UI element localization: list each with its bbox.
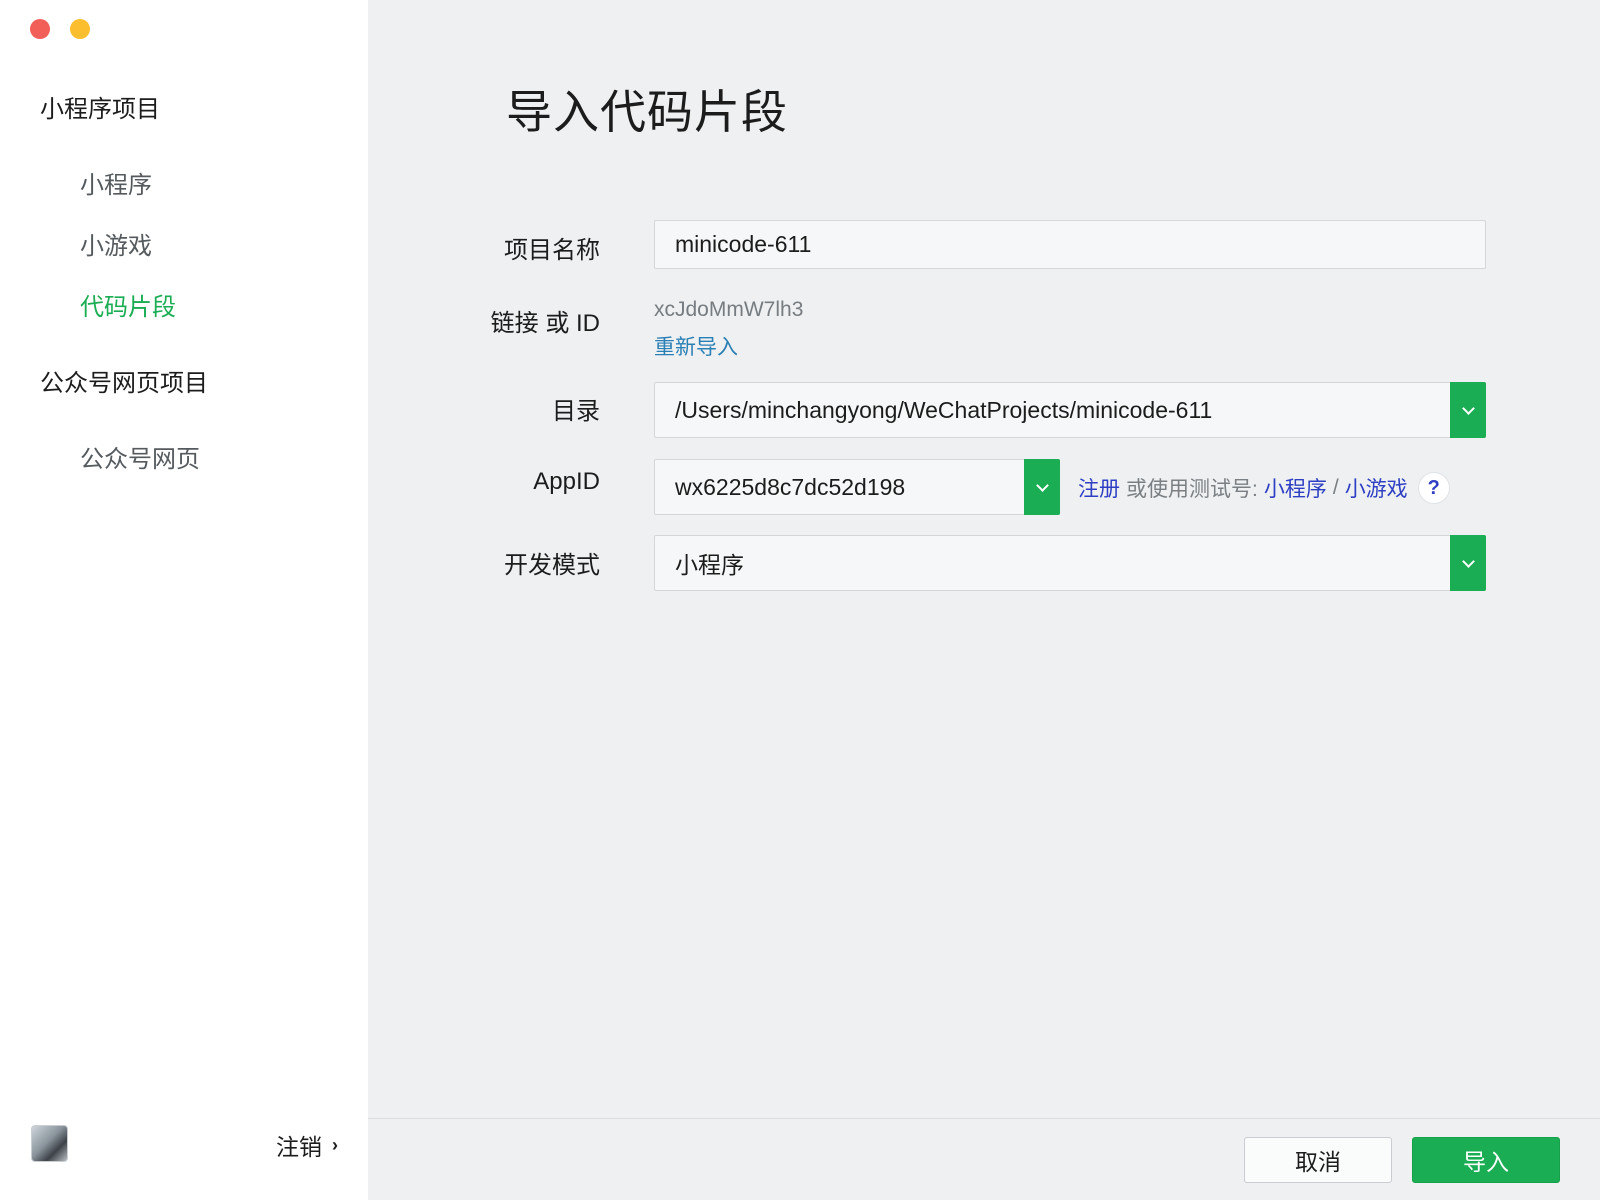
group-title-official-account-projects: 公众号网页项目 (40, 370, 208, 397)
link-id-value: xcJdoMmW7lh3 (654, 298, 804, 321)
link-separator: / (1332, 476, 1339, 499)
directory-dropdown-button[interactable] (1450, 382, 1486, 438)
chevron-right-icon: › (332, 1134, 338, 1155)
project-name-input[interactable]: minicode-611 (654, 220, 1486, 269)
avatar[interactable] (31, 1125, 68, 1162)
register-link[interactable]: 注册 (1078, 473, 1120, 503)
chevron-down-icon (1035, 478, 1049, 492)
sidebar-item-code-snippet[interactable]: 代码片段 (80, 287, 176, 322)
dev-mode-select[interactable]: 小程序 (654, 535, 1486, 591)
group-title-miniprogram-projects: 小程序项目 (40, 96, 160, 123)
reimport-link[interactable]: 重新导入 (654, 331, 738, 361)
app-window: 小程序项目 小程序 小游戏 代码片段 公众号网页项目 公众号网页 注销 › 导入… (0, 0, 1600, 1200)
import-button[interactable]: 导入 (1412, 1137, 1560, 1183)
main-panel: 导入代码片段 项目名称 minicode-611 链接 或 ID xcJdoMm… (368, 0, 1600, 1200)
project-name-value: minicode-611 (675, 231, 812, 257)
logout-button[interactable]: 注销 › (276, 1128, 338, 1162)
dev-mode-label: 开发模式 (504, 552, 600, 579)
directory-select[interactable]: /Users/minchangyong/WeChatProjects/minic… (654, 382, 1486, 438)
help-icon[interactable]: ? (1417, 472, 1450, 504)
sidebar-item-official-account-web[interactable]: 公众号网页 (80, 439, 200, 474)
link-id-label: 链接 或 ID (490, 310, 600, 337)
close-window-button[interactable] (30, 19, 50, 39)
sidebar: 小程序项目 小程序 小游戏 代码片段 公众号网页项目 公众号网页 注销 › (0, 0, 368, 1200)
test-account-text: 或使用测试号: (1126, 478, 1258, 501)
project-name-label: 项目名称 (504, 237, 600, 264)
window-controls (30, 19, 90, 39)
test-miniprogram-link[interactable]: 小程序 (1264, 473, 1327, 503)
chevron-down-icon (1461, 554, 1475, 568)
sidebar-footer: 注销 › (0, 1108, 368, 1200)
page-title: 导入代码片段 (506, 86, 788, 138)
minimize-window-button[interactable] (70, 19, 90, 39)
logout-label: 注销 (276, 1134, 322, 1160)
appid-label: AppID (533, 468, 600, 495)
dialog-footer: 取消 导入 (368, 1118, 1600, 1200)
sidebar-item-miniprogram[interactable]: 小程序 (80, 165, 152, 200)
dev-mode-dropdown-button[interactable] (1450, 535, 1486, 591)
dev-mode-value: 小程序 (675, 552, 744, 578)
test-minigame-link[interactable]: 小游戏 (1345, 473, 1408, 503)
directory-label: 目录 (552, 398, 600, 425)
appid-select[interactable]: wx6225d8c7dc52d198 (654, 459, 1060, 515)
chevron-down-icon (1461, 401, 1475, 415)
directory-value: /Users/minchangyong/WeChatProjects/minic… (675, 396, 1213, 423)
appid-dropdown-button[interactable] (1024, 459, 1060, 515)
cancel-button[interactable]: 取消 (1244, 1137, 1392, 1183)
sidebar-item-minigame[interactable]: 小游戏 (80, 226, 152, 261)
appid-value: wx6225d8c7dc52d198 (675, 473, 906, 500)
appid-options: 注册 或使用测试号: 小程序 / 小游戏 ? (1078, 472, 1450, 504)
